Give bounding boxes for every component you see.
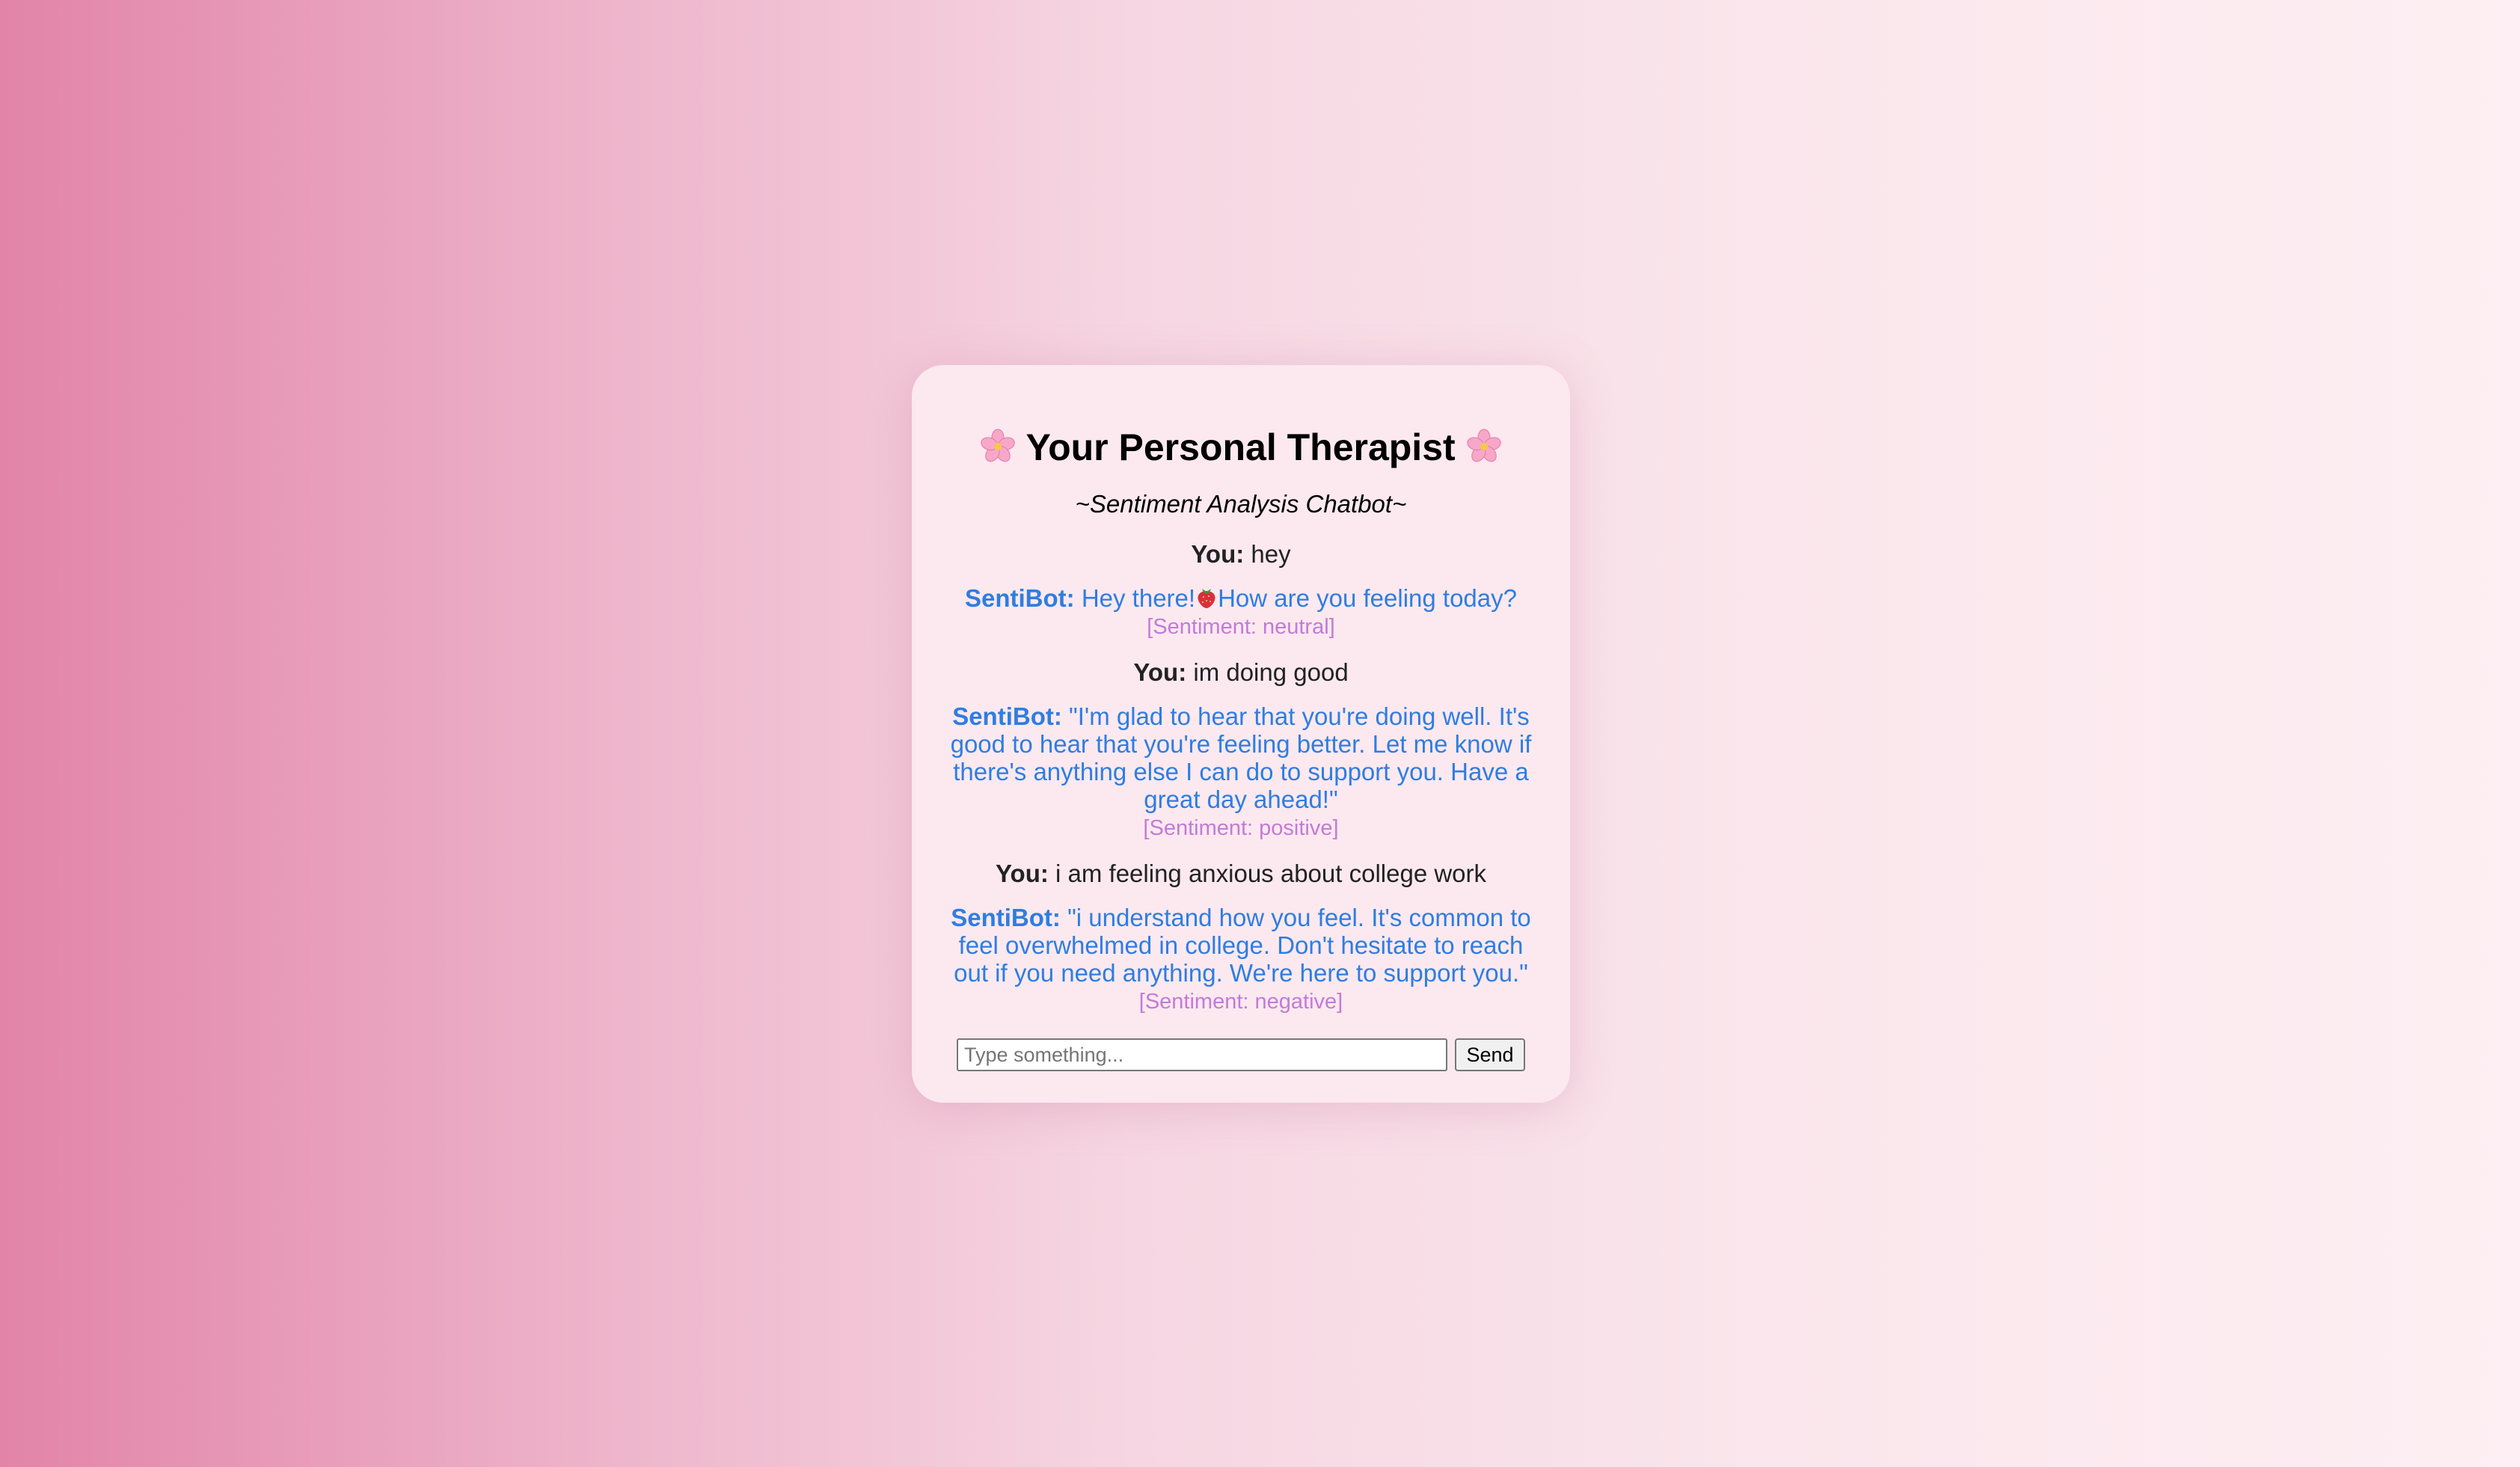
composer: Send (957, 1038, 1525, 1071)
user-message-text: i am feeling anxious about college work (1055, 860, 1487, 887)
user-message: You: i am feeling anxious about college … (942, 860, 1540, 887)
page-subtitle: ~Sentiment Analysis Chatbot~ (1075, 490, 1407, 518)
user-message-text: im doing good (1193, 658, 1349, 686)
bot-message-text: Hey there! (1081, 584, 1196, 612)
sentiment-label: [Sentiment: negative] (1138, 990, 1343, 1014)
chat-log: You: hey SentiBot: Hey there! How are you… (912, 540, 1570, 1017)
bot-message-text: How are you feeling today? (1218, 584, 1517, 612)
cherry-blossom-icon (981, 429, 1016, 462)
cherry-blossom-icon (1466, 429, 1501, 462)
bot-message: SentiBot: Hey there! How are you feeling … (942, 584, 1540, 642)
strawberry-icon (1198, 589, 1215, 608)
chat-card: Your Personal Therapist ~Sentiment Analy… (912, 365, 1570, 1103)
user-message: You: im doing good (942, 658, 1540, 686)
bot-label: SentiBot: (951, 904, 1061, 931)
bot-message: SentiBot: "I'm glad to hear that you're … (942, 702, 1540, 843)
user-label: You: (1191, 540, 1245, 568)
bot-message: SentiBot: "i understand how you feel. It… (942, 904, 1540, 1017)
user-message: You: hey (942, 540, 1540, 568)
bot-label: SentiBot: (952, 702, 1062, 730)
user-label: You: (1133, 658, 1187, 686)
user-message-text: hey (1251, 540, 1291, 568)
title-text: Your Personal Therapist (1026, 426, 1456, 468)
send-button[interactable]: Send (1455, 1038, 1525, 1071)
user-label: You: (995, 860, 1049, 887)
message-input[interactable] (957, 1038, 1447, 1071)
bot-label: SentiBot: (965, 584, 1075, 612)
sentiment-label: [Sentiment: neutral] (1147, 615, 1335, 639)
sentiment-label: [Sentiment: positive] (1143, 816, 1339, 840)
page-title: Your Personal Therapist (912, 423, 1570, 471)
